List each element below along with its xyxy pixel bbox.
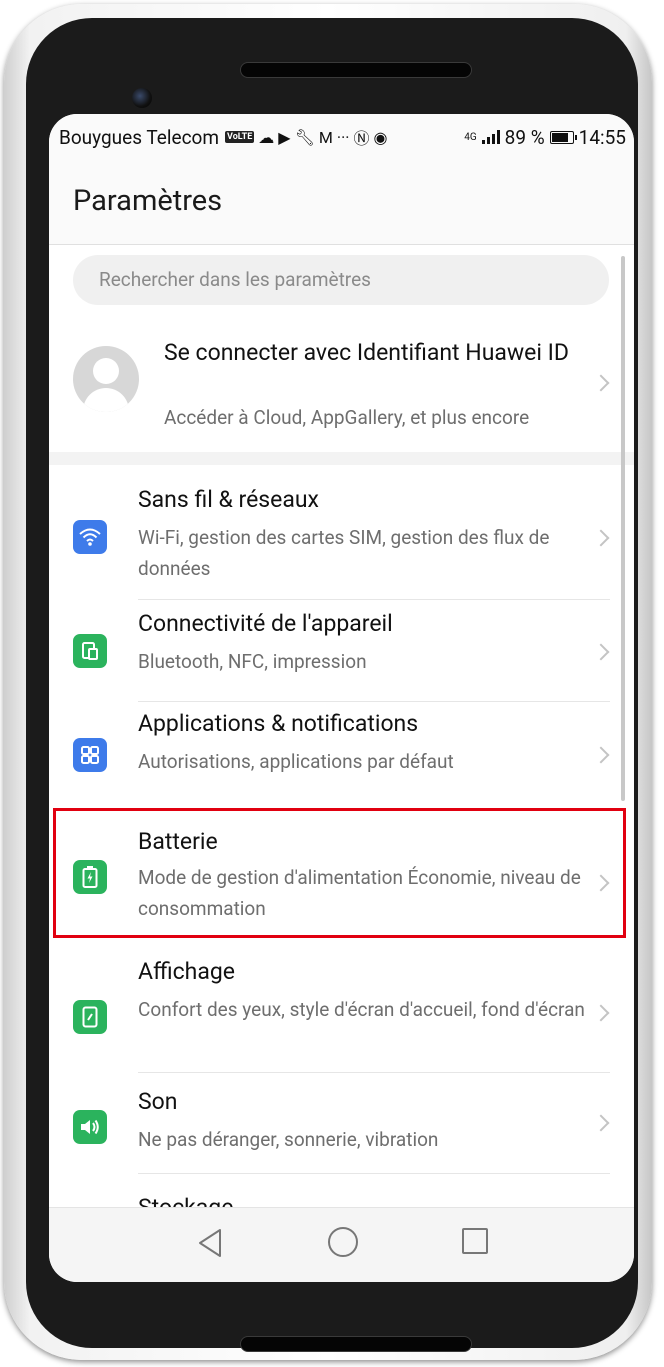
settings-item-sound[interactable]: Son Ne pas déranger, sonnerie, vibration <box>49 1074 634 1174</box>
settings-item-wireless[interactable]: Sans fil & réseaux Wi-Fi, gestion des ca… <box>49 476 634 600</box>
signal-icon <box>481 130 500 144</box>
search-input[interactable]: Rechercher dans les paramètres <box>73 255 609 305</box>
settings-item-subtitle: Ne pas déranger, sonnerie, vibration <box>138 1128 439 1151</box>
search-placeholder: Rechercher dans les paramètres <box>99 268 371 291</box>
title-bar: Paramètres <box>49 160 634 245</box>
settings-item-apps-notifications[interactable]: Applications & notifications Autorisatio… <box>49 702 634 806</box>
battery-percent: 89 % <box>504 125 545 149</box>
status-right: 4G 89 % 14:55 <box>464 126 626 149</box>
network-type: 4G <box>464 131 477 143</box>
settings-item-subtitle: Autorisations, applications par défaut <box>138 750 454 773</box>
cloud-icon: ☁ <box>258 127 275 147</box>
row-separator <box>138 1072 610 1073</box>
home-circle-icon[interactable] <box>328 1227 358 1257</box>
carrier-name: Bouygues Telecom <box>59 125 220 149</box>
screen: Bouygues Telecom VoLTE ☁ ▶ 🔧︎ M ··· Ⓝ ◉ … <box>49 114 634 1282</box>
chevron-right-icon <box>592 374 610 392</box>
account-subtitle: Accéder à Cloud, AppGallery, et plus enc… <box>164 406 530 429</box>
play-store-icon: ▶ <box>278 127 291 147</box>
battery-fill <box>551 132 568 142</box>
navigation-bar <box>49 1207 634 1282</box>
avatar-body-shape <box>83 388 129 412</box>
notification-icons: VoLTE ☁ ▶ 🔧︎ M ··· Ⓝ ◉ <box>225 125 387 149</box>
earpiece-speaker <box>240 62 472 78</box>
chevron-right-icon <box>592 1004 610 1022</box>
recents-square-icon[interactable] <box>462 1228 488 1254</box>
account-title: Se connecter avec Identifiant Huawei ID <box>164 339 570 366</box>
huawei-id-account-row[interactable]: Se connecter avec Identifiant Huawei ID … <box>49 320 634 446</box>
status-bar: Bouygues Telecom VoLTE ☁ ▶ 🔧︎ M ··· Ⓝ ◉ … <box>49 114 634 160</box>
wifi-icon <box>73 520 107 554</box>
settings-item-subtitle: Confort des yeux, style d'écran d'accuei… <box>138 998 585 1021</box>
section-divider <box>49 452 634 465</box>
nfc-icon: Ⓝ <box>353 129 370 148</box>
front-camera <box>132 88 152 108</box>
volte-badge: VoLTE <box>225 131 255 143</box>
settings-item-title: Applications & notifications <box>138 710 419 737</box>
clock: 14:55 <box>578 125 626 149</box>
settings-item-title: Son <box>138 1088 178 1115</box>
speaker-icon <box>73 1110 107 1144</box>
apps-grid-icon <box>73 738 107 772</box>
back-triangle-icon[interactable] <box>197 1228 223 1258</box>
wrench-icon: 🔧︎ <box>294 127 315 147</box>
settings-item-subtitle: Bluetooth, NFC, impression <box>138 650 367 673</box>
avatar-head-shape <box>93 358 119 384</box>
settings-item-title: Sans fil & réseaux <box>138 486 319 513</box>
gmail-icon: M <box>318 127 333 147</box>
device-connectivity-icon <box>73 634 107 668</box>
row-separator <box>138 1173 610 1174</box>
highlight-box <box>53 808 626 938</box>
scrollbar[interactable] <box>621 256 625 801</box>
chevron-right-icon <box>592 529 610 547</box>
eye-icon: ◉ <box>373 127 388 147</box>
chevron-right-icon <box>592 746 610 764</box>
chevron-right-icon <box>592 643 610 661</box>
page-title: Paramètres <box>73 184 223 218</box>
battery-icon <box>549 130 577 144</box>
more-icon: ··· <box>336 127 350 147</box>
settings-item-title: Connectivité de l'appareil <box>138 610 393 637</box>
avatar <box>73 346 139 412</box>
display-icon <box>73 1000 107 1034</box>
settings-item-display[interactable]: Affichage Confort des yeux, style d'écra… <box>49 944 634 1074</box>
settings-item-subtitle: Wi-Fi, gestion des cartes SIM, gestion d… <box>138 526 550 580</box>
settings-item-device-connectivity[interactable]: Connectivité de l'appareil Bluetooth, NF… <box>49 600 634 702</box>
settings-item-title: Affichage <box>138 958 235 985</box>
bottom-speaker <box>240 1336 472 1352</box>
chevron-right-icon <box>592 1114 610 1132</box>
